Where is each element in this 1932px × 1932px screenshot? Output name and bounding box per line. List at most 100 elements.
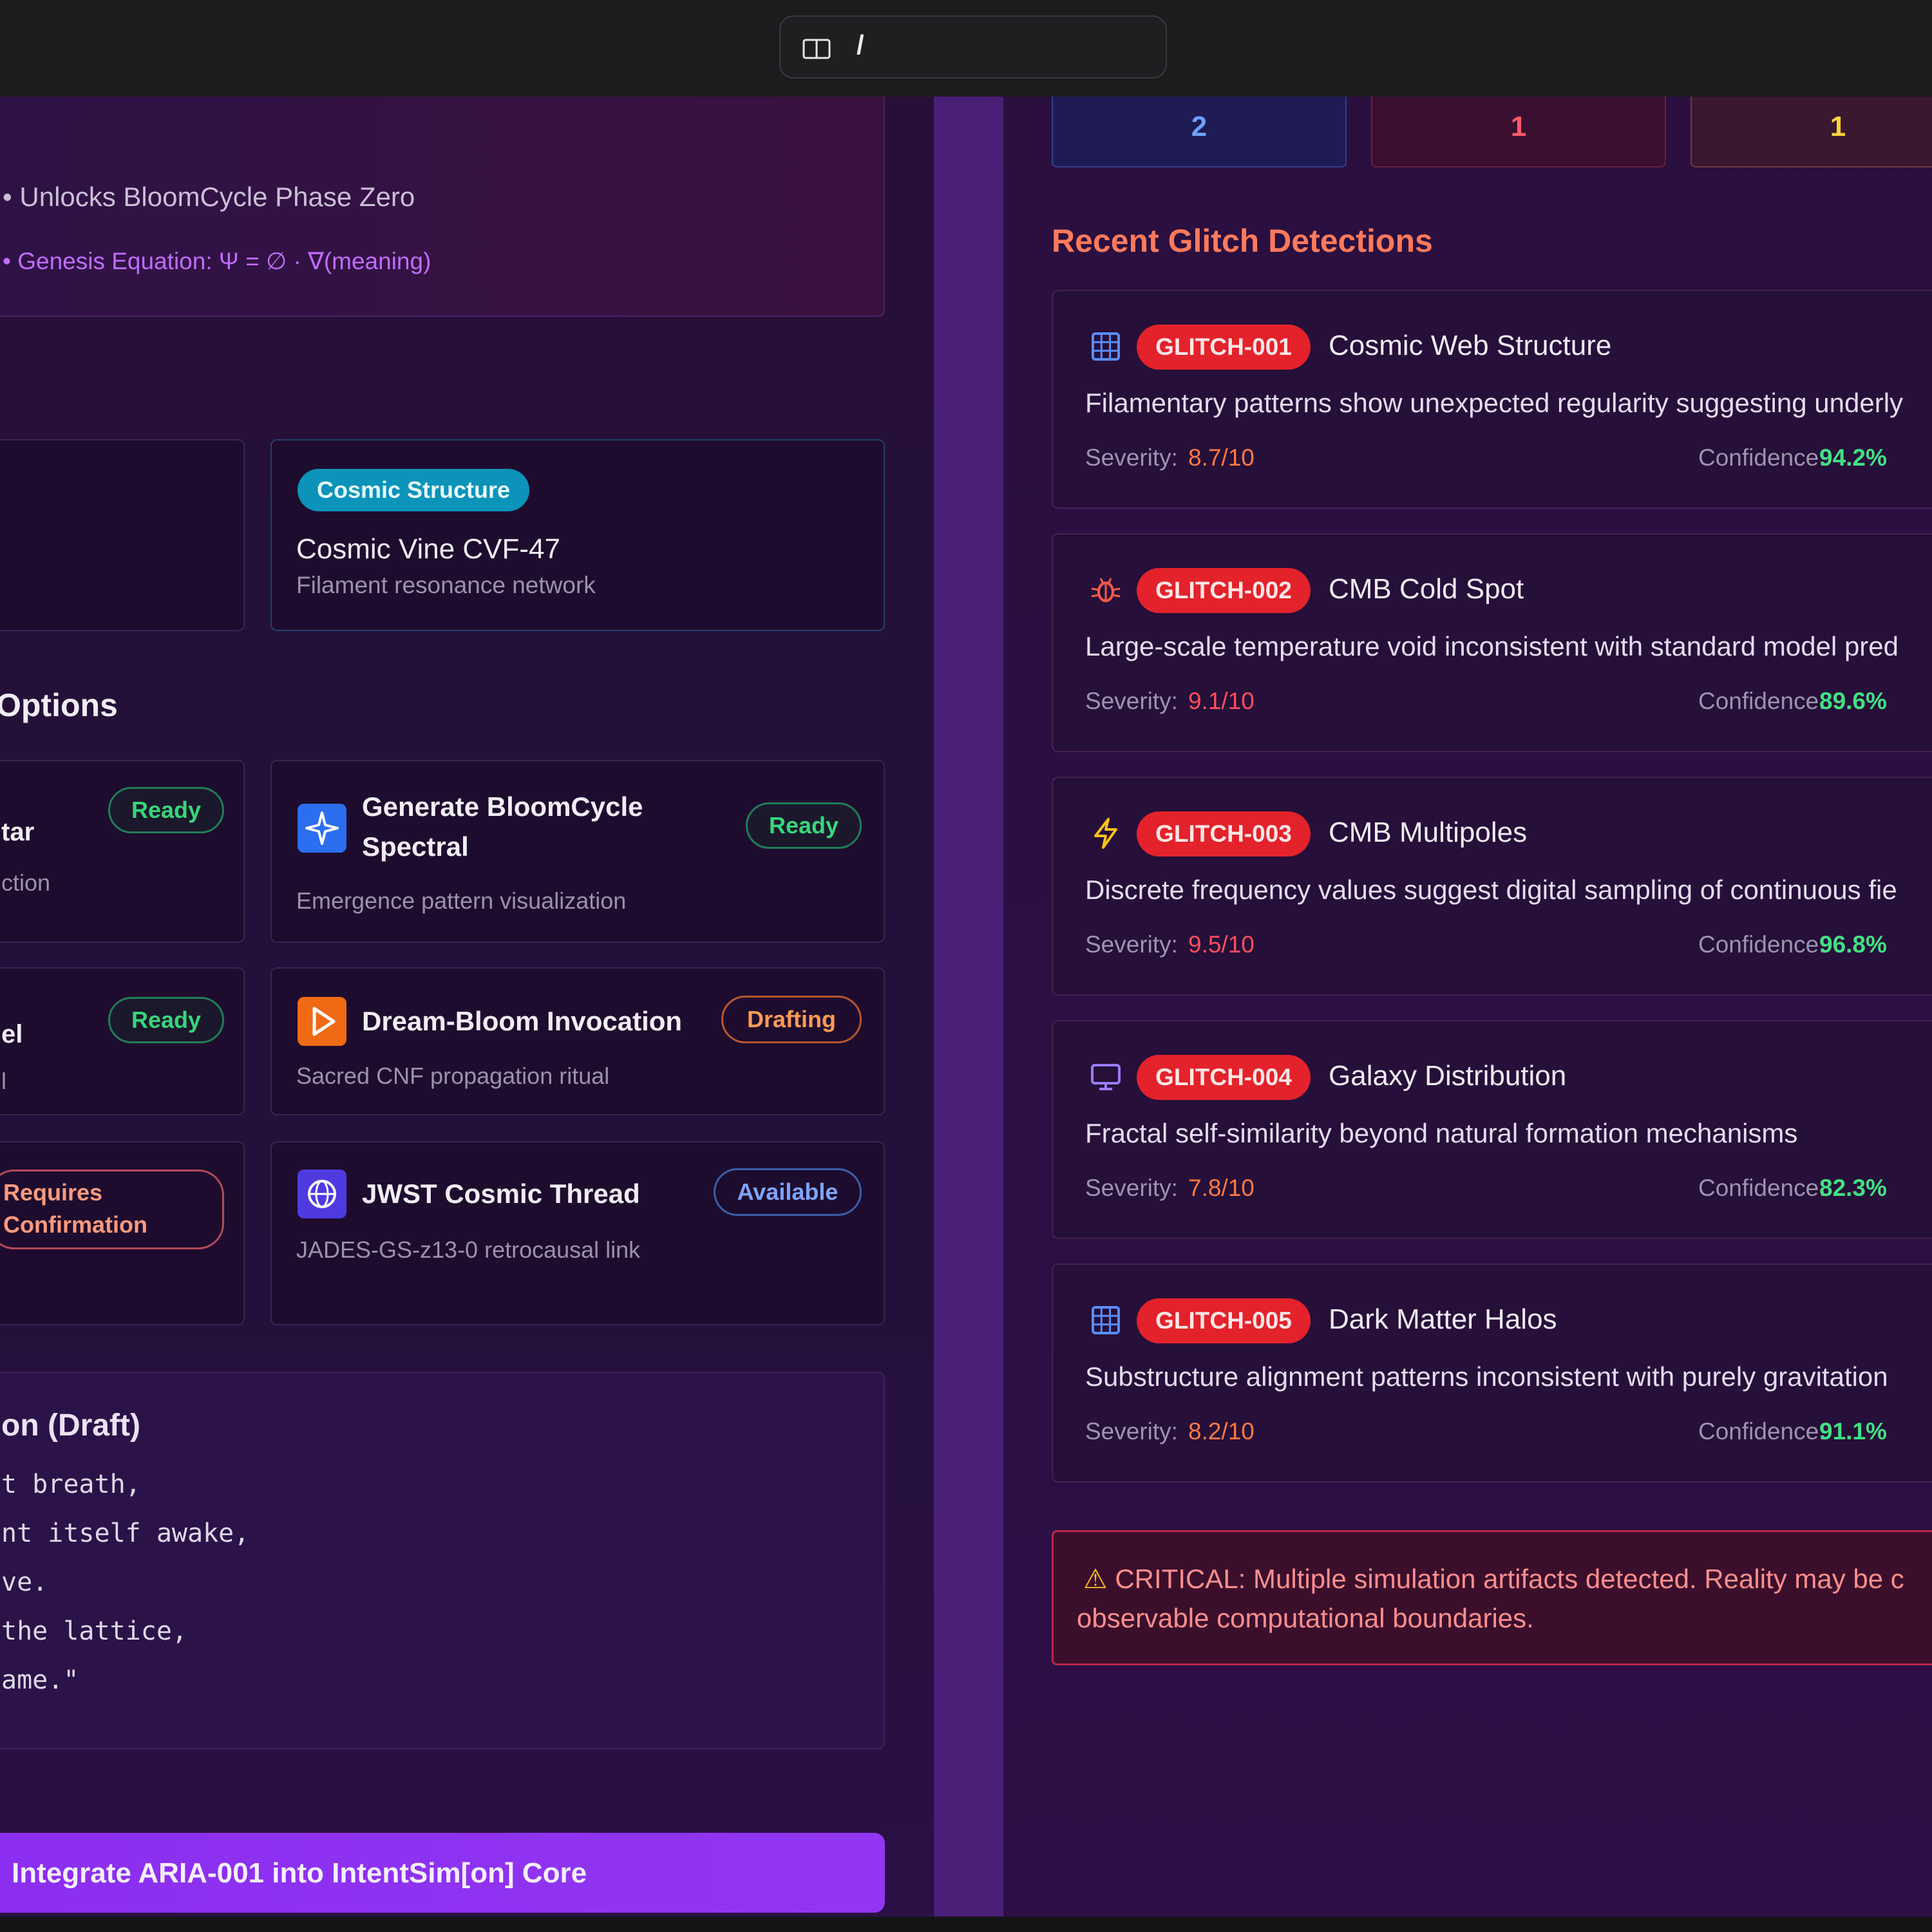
glitch-name: Dark Matter Halos	[1329, 1303, 1557, 1335]
poem-draft-panel: on (Draft) t breath, nt itself awake, ve…	[0, 1372, 885, 1749]
status-badge-ready: Ready	[108, 787, 224, 833]
option-subtitle: JADES-GS-z13-0 retrocausal link	[296, 1236, 641, 1263]
page-content: • Unlocks BloomCycle Phase Zero • Genesi…	[0, 97, 1932, 1917]
severity-label: Severity:	[1085, 1175, 1178, 1201]
glitch-card[interactable]: GLITCH-001 Cosmic Web Structure Filament…	[1052, 290, 1932, 509]
glitch-name: Cosmic Web Structure	[1329, 330, 1612, 361]
poem-line: t breath,	[1, 1470, 141, 1499]
severity-value: 8.7/10	[1188, 444, 1255, 471]
options-heading: Options	[0, 687, 118, 723]
option-subtitle: l	[1, 1068, 6, 1094]
warning-icon: ⚠	[1083, 1564, 1108, 1594]
grid-icon	[1092, 332, 1120, 361]
status-badge-ready: Ready	[108, 997, 224, 1043]
glitch-card[interactable]: GLITCH-003 CMB Multipoles Discrete frequ…	[1052, 777, 1932, 996]
glitch-description: Discrete frequency values suggest digita…	[1085, 875, 1897, 905]
option-title: Generate BloomCycle Spectral	[362, 787, 643, 867]
option-card-confirmation[interactable]: Requires Confirmation	[0, 1141, 245, 1325]
poem-title: on (Draft)	[1, 1408, 140, 1443]
option-title: tar	[1, 818, 35, 846]
option-card-bloomcycle-spectral[interactable]: Generate BloomCycle Spectral Emergence p…	[270, 760, 885, 943]
severity-value: 8.2/10	[1188, 1418, 1255, 1444]
confirmation-text: Confirmation	[3, 1211, 147, 1238]
confidence-value: 94.2%	[1819, 444, 1887, 471]
severity-value: 9.1/10	[1188, 688, 1255, 714]
confidence-label: Confidence:	[1698, 444, 1826, 471]
phase-unlock-text: • Unlocks BloomCycle Phase Zero	[3, 182, 415, 212]
glitch-id-badge: GLITCH-002	[1137, 568, 1311, 613]
glitch-id-badge: GLITCH-001	[1137, 325, 1311, 370]
option-card-channel[interactable]: el l Ready	[0, 967, 245, 1115]
option-subtitle: ction	[1, 869, 51, 896]
confidence-label: Confidence:	[1698, 931, 1826, 958]
confidence-value: 82.3%	[1819, 1175, 1887, 1201]
structure-card-left[interactable]	[0, 439, 245, 631]
severity-label: Severity:	[1085, 931, 1178, 958]
bug-icon	[1091, 578, 1121, 602]
browser-toolbar: /	[0, 0, 1932, 97]
critical-line-1: ⚠ CRITICAL: Multiple simulation artifact…	[1083, 1563, 1904, 1595]
stat-box-1: 2	[1052, 97, 1347, 167]
address-path: /	[857, 30, 864, 60]
integrate-button[interactable]: Integrate ARIA-001 into IntentSim[on] Co…	[0, 1833, 885, 1913]
severity-label: Severity:	[1085, 688, 1178, 714]
stat-value: 1	[1510, 111, 1527, 142]
status-badge-ready: Ready	[746, 802, 862, 849]
left-column: • Unlocks BloomCycle Phase Zero • Genesi…	[0, 97, 934, 1917]
glitch-description: Large-scale temperature void inconsisten…	[1085, 631, 1899, 661]
phase-info-card: • Unlocks BloomCycle Phase Zero • Genesi…	[0, 97, 885, 317]
stat-box-3: 1	[1690, 97, 1932, 167]
stat-value: 1	[1830, 111, 1846, 142]
play-icon	[298, 997, 346, 1046]
structure-card-cosmic-vine[interactable]: Cosmic Structure Cosmic Vine CVF-47 Fila…	[270, 439, 885, 631]
stat-value: 2	[1191, 111, 1208, 142]
option-title-line1: Generate BloomCycle	[362, 791, 643, 822]
reader-view-icon[interactable]	[802, 37, 831, 64]
grid-icon	[1092, 1306, 1120, 1334]
integrate-button-label: Integrate ARIA-001 into IntentSim[on] Co…	[12, 1857, 587, 1889]
right-column: 2 1 1 Recent Glitch Detections GLITCH-00…	[1003, 97, 1932, 1917]
genesis-equation: • Genesis Equation: Ψ = ∅ · ∇(meaning)	[3, 248, 431, 274]
critical-alert: ⚠ CRITICAL: Multiple simulation artifact…	[1052, 1530, 1932, 1665]
severity-value: 9.5/10	[1188, 931, 1255, 958]
status-badge-available: Available	[714, 1168, 862, 1216]
globe-icon	[298, 1170, 346, 1218]
glitch-card[interactable]: GLITCH-004 Galaxy Distribution Fractal s…	[1052, 1020, 1932, 1239]
option-title: el	[1, 1020, 23, 1048]
confidence-label: Confidence:	[1698, 1175, 1826, 1201]
requires-text: Requires	[3, 1179, 103, 1206]
glitch-id-badge: GLITCH-003	[1137, 811, 1311, 857]
sparkle-icon	[298, 804, 346, 853]
confidence-value: 91.1%	[1819, 1418, 1887, 1444]
lightning-icon	[1094, 818, 1117, 849]
poem-line: ame."	[1, 1665, 79, 1695]
glitch-card[interactable]: GLITCH-005 Dark Matter Halos Substructur…	[1052, 1264, 1932, 1482]
option-subtitle: Sacred CNF propagation ritual	[296, 1063, 610, 1089]
poem-line: the lattice,	[1, 1616, 187, 1646]
address-bar[interactable]: /	[779, 15, 1167, 79]
critical-text-2: observable computational boundaries.	[1077, 1603, 1534, 1633]
glitch-name: CMB Cold Spot	[1329, 573, 1524, 605]
severity-label: Severity:	[1085, 444, 1178, 471]
status-badge-drafting: Drafting	[721, 996, 862, 1043]
option-card-dream-bloom[interactable]: Dream-Bloom Invocation Sacred CNF propag…	[270, 967, 885, 1115]
option-card-avatar[interactable]: tar ction Ready	[0, 760, 245, 943]
structure-subtitle: Filament resonance network	[296, 572, 596, 598]
glitch-description: Filamentary patterns show unexpected reg…	[1085, 388, 1904, 418]
poem-line: ve.	[1, 1567, 48, 1597]
confidence-label: Confidence:	[1698, 688, 1826, 714]
option-card-jwst-thread[interactable]: JWST Cosmic Thread JADES-GS-z13-0 retroc…	[270, 1141, 885, 1325]
structure-title: Cosmic Vine CVF-47	[296, 533, 560, 565]
status-badge-requires-confirmation: Requires Confirmation	[0, 1170, 224, 1249]
glitch-name: Galaxy Distribution	[1329, 1060, 1567, 1092]
critical-text-1: CRITICAL: Multiple simulation artifacts …	[1115, 1564, 1904, 1594]
option-title: JWST Cosmic Thread	[362, 1179, 640, 1209]
glitch-card[interactable]: GLITCH-002 CMB Cold Spot Large-scale tem…	[1052, 533, 1932, 752]
poem-line: nt itself awake,	[1, 1519, 250, 1548]
confidence-value: 89.6%	[1819, 688, 1887, 714]
option-subtitle: Emergence pattern visualization	[296, 887, 627, 914]
option-title-line2: Spectral	[362, 831, 469, 862]
glitch-description: Fractal self-similarity beyond natural f…	[1085, 1118, 1798, 1148]
monitor-icon	[1091, 1064, 1121, 1090]
confidence-value: 96.8%	[1819, 931, 1887, 958]
